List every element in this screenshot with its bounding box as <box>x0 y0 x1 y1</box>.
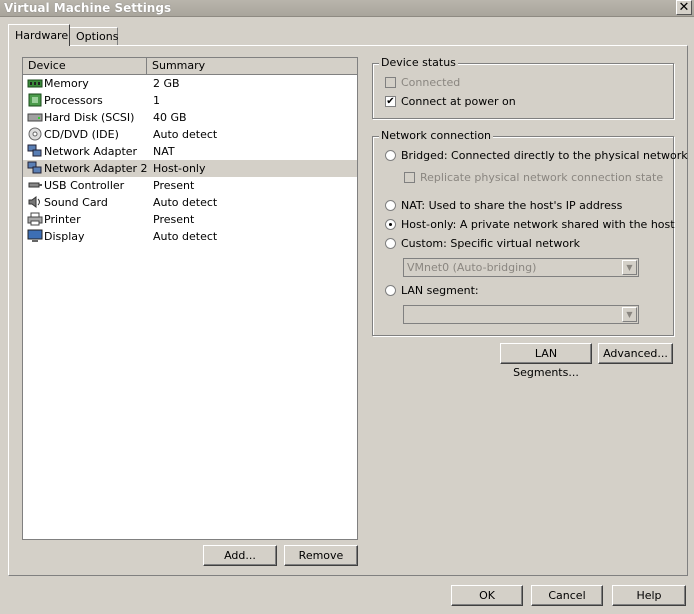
device-name: Hard Disk (SCSI) <box>44 111 135 124</box>
memory-icon <box>27 76 43 90</box>
cd-dvd-icon <box>27 127 43 141</box>
hard-disk-icon <box>27 110 43 124</box>
device-status-group: Device status <box>372 56 674 119</box>
table-row[interactable]: USB Controller Present <box>23 177 357 194</box>
nat-radio[interactable]: NAT: Used to share the host's IP address <box>385 199 622 212</box>
network-adapter-icon <box>27 161 43 175</box>
device-name: Sound Card <box>44 196 108 209</box>
replicate-label: Replicate physical network connection st… <box>420 171 664 184</box>
custom-network-value: VMnet0 (Auto-bridging) <box>407 261 537 274</box>
device-summary: Auto detect <box>153 230 218 243</box>
nat-radio-circle <box>385 200 396 211</box>
device-summary: 40 GB <box>153 111 187 124</box>
lan-segment-radio-circle <box>385 285 396 296</box>
device-summary: Present <box>153 179 195 192</box>
device-list-header: Device Summary <box>23 58 357 75</box>
column-header-device[interactable]: Device <box>23 58 147 74</box>
device-name: Printer <box>44 213 81 226</box>
printer-icon <box>27 212 43 226</box>
table-row[interactable]: Display Auto detect <box>23 228 357 245</box>
replicate-checkbox[interactable]: Replicate physical network connection st… <box>404 171 663 184</box>
bridged-radio[interactable]: Bridged: Connected directly to the physi… <box>385 149 688 162</box>
help-button[interactable]: Help <box>612 585 686 606</box>
sound-card-icon <box>27 195 43 209</box>
remove-button[interactable]: Remove <box>284 545 358 566</box>
device-name: CD/DVD (IDE) <box>44 128 119 141</box>
virtual-machine-settings-window: Virtual Machine Settings ✕ Hardware Opti… <box>0 0 694 614</box>
table-row[interactable]: Processors 1 <box>23 92 357 109</box>
table-row[interactable]: Memory 2 GB <box>23 75 357 92</box>
bridged-label: Bridged: Connected directly to the physi… <box>401 149 688 162</box>
device-summary: Host-only <box>153 162 206 175</box>
host-only-label: Host-only: A private network shared with… <box>401 218 675 231</box>
advanced-button[interactable]: Advanced... <box>598 343 673 364</box>
replicate-checkbox-box <box>404 172 415 183</box>
device-summary: 2 GB <box>153 77 180 90</box>
connect-at-power-on-checkbox[interactable]: ✔ Connect at power on <box>385 95 516 108</box>
device-status-label: Device status <box>379 56 458 69</box>
device-summary: NAT <box>153 145 175 158</box>
bridged-radio-circle <box>385 150 396 161</box>
usb-icon <box>27 178 43 192</box>
connect-at-power-on-label: Connect at power on <box>401 95 516 108</box>
table-row[interactable]: Sound Card Auto detect <box>23 194 357 211</box>
custom-network-select[interactable]: VMnet0 (Auto-bridging) ▼ <box>403 258 639 277</box>
custom-label: Custom: Specific virtual network <box>401 237 580 250</box>
close-button[interactable]: ✕ <box>676 0 692 15</box>
custom-radio[interactable]: Custom: Specific virtual network <box>385 237 580 250</box>
lan-segment-radio[interactable]: LAN segment: <box>385 284 479 297</box>
host-only-radio-circle <box>385 219 396 230</box>
chevron-down-icon[interactable]: ▼ <box>622 307 637 322</box>
tab-hardware[interactable]: Hardware <box>8 24 70 46</box>
device-name: Network Adapter <box>44 145 138 158</box>
table-row[interactable]: Printer Present <box>23 211 357 228</box>
chevron-down-icon[interactable]: ▼ <box>622 260 637 275</box>
table-row[interactable]: Network Adapter 2 Host-only <box>23 160 357 177</box>
tab-options[interactable]: Options <box>70 27 118 45</box>
network-connection-label: Network connection <box>379 129 494 142</box>
device-list[interactable]: Device Summary Memory 2 GB Processors 1 Hard… <box>22 57 358 540</box>
device-summary: Present <box>153 213 195 226</box>
title-bar[interactable]: Virtual Machine Settings ✕ <box>0 0 694 17</box>
column-header-summary[interactable]: Summary <box>147 58 357 74</box>
window-title: Virtual Machine Settings <box>4 1 172 15</box>
table-row[interactable]: CD/DVD (IDE) Auto detect <box>23 126 357 143</box>
device-name: Processors <box>44 94 103 107</box>
lan-segment-label: LAN segment: <box>401 284 479 297</box>
lan-segment-select[interactable]: ▼ <box>403 305 639 324</box>
connected-checkbox[interactable]: Connected <box>385 76 460 89</box>
device-summary: Auto detect <box>153 196 218 209</box>
table-row[interactable]: Network Adapter NAT <box>23 143 357 160</box>
device-summary: Auto detect <box>153 128 218 141</box>
device-name: Memory <box>44 77 89 90</box>
display-icon <box>27 229 43 243</box>
lan-segments-button[interactable]: LAN Segments... <box>500 343 592 379</box>
connected-checkbox-box <box>385 77 396 88</box>
device-summary: 1 <box>153 94 160 107</box>
ok-button[interactable]: OK <box>451 585 523 606</box>
device-name: Display <box>44 230 85 243</box>
checkmark-icon: ✔ <box>385 96 396 107</box>
network-adapter-icon <box>27 144 43 158</box>
add-button[interactable]: Add... <box>203 545 277 566</box>
custom-radio-circle <box>385 238 396 249</box>
device-name: Network Adapter 2 <box>44 162 148 175</box>
host-only-radio[interactable]: Host-only: A private network shared with… <box>385 218 675 231</box>
nat-label: NAT: Used to share the host's IP address <box>401 199 623 212</box>
cancel-button[interactable]: Cancel <box>531 585 603 606</box>
processor-icon <box>27 93 43 107</box>
connected-label: Connected <box>401 76 461 89</box>
table-row[interactable]: Hard Disk (SCSI) 40 GB <box>23 109 357 126</box>
device-name: USB Controller <box>44 179 125 192</box>
